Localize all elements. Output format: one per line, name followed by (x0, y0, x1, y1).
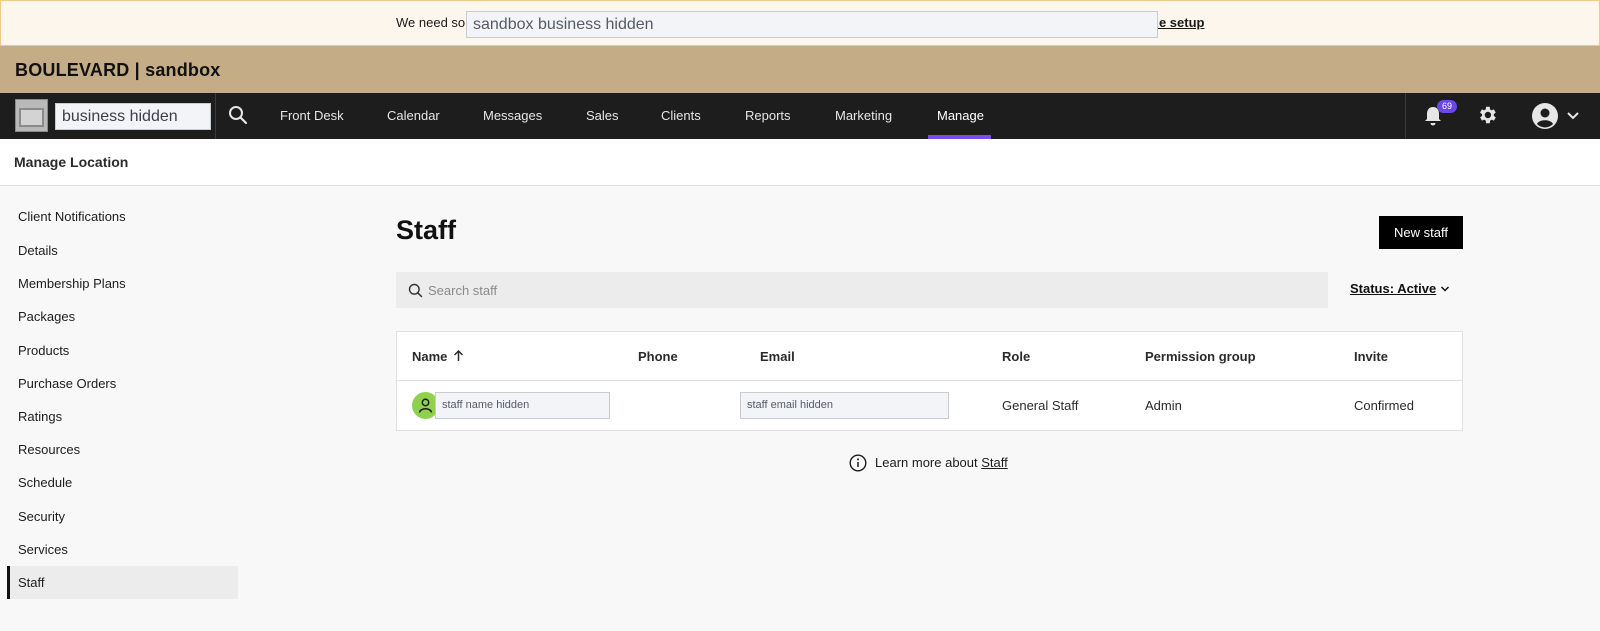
search-icon[interactable] (228, 105, 248, 125)
sidebar-item-services[interactable]: Services (7, 533, 238, 566)
search-icon (408, 283, 423, 298)
sidebar-item-client-notifications[interactable]: Client Notifications (7, 200, 238, 233)
column-header-email: Email (760, 349, 795, 364)
sidebar-item-products[interactable]: Products (7, 334, 238, 367)
nav-front-desk[interactable]: Front Desk (280, 108, 344, 123)
staff-search-input[interactable] (428, 272, 1308, 308)
nav-marketing[interactable]: Marketing (835, 108, 892, 123)
column-header-name[interactable]: Name (412, 349, 447, 364)
staff-name-redacted: staff name hidden (435, 392, 610, 419)
nav-messages[interactable]: Messages (483, 108, 542, 123)
brand-title: BOULEVARD | sandbox (15, 60, 221, 80)
staff-email-redacted: staff email hidden (740, 392, 949, 419)
sidebar-item-schedule[interactable]: Schedule (7, 466, 238, 499)
staff-invite-status: Confirmed (1354, 398, 1414, 413)
sub-header: Manage Location (0, 139, 1600, 186)
chevron-down-icon[interactable] (1566, 111, 1580, 121)
nav-clients[interactable]: Clients (661, 108, 701, 123)
business-logo[interactable] (15, 99, 48, 132)
sidebar-item-ratings[interactable]: Ratings (7, 400, 238, 433)
new-staff-button[interactable]: New staff (1379, 216, 1463, 249)
sidebar-item-membership-plans[interactable]: Membership Plans (7, 267, 238, 300)
table-row[interactable]: staff name hidden staff email hidden Gen… (397, 381, 1462, 430)
column-header-permission-group: Permission group (1145, 349, 1256, 364)
nav-reports[interactable]: Reports (745, 108, 791, 123)
sidebar-item-details[interactable]: Details (7, 234, 238, 267)
staff-table: Name Phone Email Role Permission group I… (396, 331, 1463, 431)
table-header-row: Name Phone Email Role Permission group I… (397, 332, 1462, 381)
sort-ascending-icon[interactable] (453, 350, 464, 362)
page-section-title: Manage Location (14, 154, 129, 170)
staff-permission-group: Admin (1145, 398, 1182, 413)
page-title: Staff (396, 215, 456, 245)
sidebar-item-security[interactable]: Security (7, 500, 238, 533)
banner-redacted-field: sandbox business hidden (466, 11, 1158, 38)
staff-search-box (396, 272, 1328, 308)
column-header-phone: Phone (638, 349, 678, 364)
nav-sales[interactable]: Sales (586, 108, 619, 123)
sidebar-item-staff[interactable]: Staff (7, 566, 238, 599)
staff-role: General Staff (1002, 398, 1079, 413)
sidebar-item-packages[interactable]: Packages (7, 300, 238, 333)
user-avatar-icon[interactable] (1531, 102, 1559, 130)
nav-manage[interactable]: Manage (937, 108, 984, 123)
top-nav: business hidden Front Desk Calendar Mess… (0, 93, 1600, 139)
chevron-down-icon[interactable] (1440, 285, 1450, 293)
sidebar-item-purchase-orders[interactable]: Purchase Orders (7, 367, 238, 400)
sidebar-item-resources[interactable]: Resources (7, 433, 238, 466)
business-name-redacted: business hidden (55, 103, 211, 130)
banner-setup-link[interactable]: ue setup (1151, 15, 1204, 30)
column-header-role: Role (1002, 349, 1031, 364)
column-header-invite: Invite (1354, 349, 1388, 364)
nav-calendar[interactable]: Calendar (387, 108, 440, 123)
status-filter-dropdown[interactable]: Status: Active (1350, 281, 1436, 296)
gear-icon[interactable] (1476, 104, 1498, 126)
setup-banner: We need so ue setup sandbox business hid… (0, 0, 1600, 46)
banner-text: We need so (396, 15, 466, 30)
notification-badge: 69 (1437, 100, 1457, 113)
brand-bar: BOULEVARD | sandbox (0, 46, 1600, 93)
learn-more-text: Learn more about (875, 455, 978, 470)
learn-more-staff-link[interactable]: Staff (981, 455, 1008, 470)
info-icon (849, 454, 867, 472)
